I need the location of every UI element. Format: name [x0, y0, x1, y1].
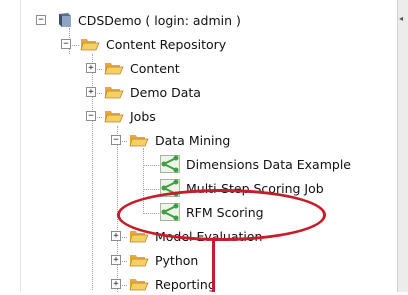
folder-open-icon	[104, 109, 124, 123]
collapse-toggle[interactable]: −	[36, 15, 46, 25]
tree-node-label: Demo Data	[130, 84, 201, 100]
folder-open-icon	[80, 37, 100, 51]
tree-node-label: Python	[155, 252, 199, 268]
expand-toggle[interactable]: +	[86, 63, 96, 73]
tree-node-label: Reporting	[155, 276, 216, 292]
tree-node-data-mining[interactable]: Data Mining	[129, 129, 230, 151]
folder-open-icon	[129, 133, 149, 147]
tree-node-root[interactable]: CDSDemo ( login: admin )	[58, 9, 241, 31]
tree-node-demo-data[interactable]: Demo Data	[104, 81, 201, 103]
tree-node-label: Data Mining	[155, 132, 231, 148]
tree-line	[143, 165, 159, 166]
expand-toggle[interactable]: +	[111, 279, 121, 289]
tree-node-label: Dimensions Data Example	[186, 156, 351, 172]
folder-icon	[104, 85, 124, 99]
expand-toggle[interactable]: +	[111, 255, 121, 265]
expand-toggle[interactable]: +	[111, 231, 121, 241]
repository-server-icon	[58, 12, 72, 28]
tree-node-content[interactable]: Content	[104, 57, 180, 79]
expand-toggle[interactable]: +	[86, 87, 96, 97]
tree-node-content-repository[interactable]: Content Repository	[80, 33, 226, 55]
collapse-toggle[interactable]: −	[111, 135, 121, 145]
collapse-toggle[interactable]: −	[86, 111, 96, 121]
vertical-scrollbar[interactable]: ◂	[397, 0, 408, 292]
tree-node-label: Content	[130, 60, 180, 76]
tree-node-label: CDSDemo ( login: admin )	[78, 12, 241, 28]
tree-node-label: Content Repository	[106, 36, 227, 52]
folder-icon	[129, 253, 149, 267]
tree-line	[117, 126, 118, 292]
collapse-toggle[interactable]: −	[61, 39, 71, 49]
tree-node-python[interactable]: Python	[129, 249, 198, 271]
scroll-left-arrow-icon[interactable]: ◂	[399, 14, 403, 23]
tree-node-label: Jobs	[130, 108, 156, 124]
tree-line	[143, 189, 159, 190]
tree-node-job-dimensions-data-example[interactable]: Dimensions Data Example	[160, 153, 351, 175]
job-flow-icon	[160, 155, 180, 173]
tree-node-jobs[interactable]: Jobs	[104, 105, 156, 127]
folder-icon	[129, 277, 149, 291]
pointer-line-annotation	[212, 240, 215, 292]
highlight-ellipse-annotation	[117, 189, 326, 241]
folder-icon	[104, 61, 124, 75]
